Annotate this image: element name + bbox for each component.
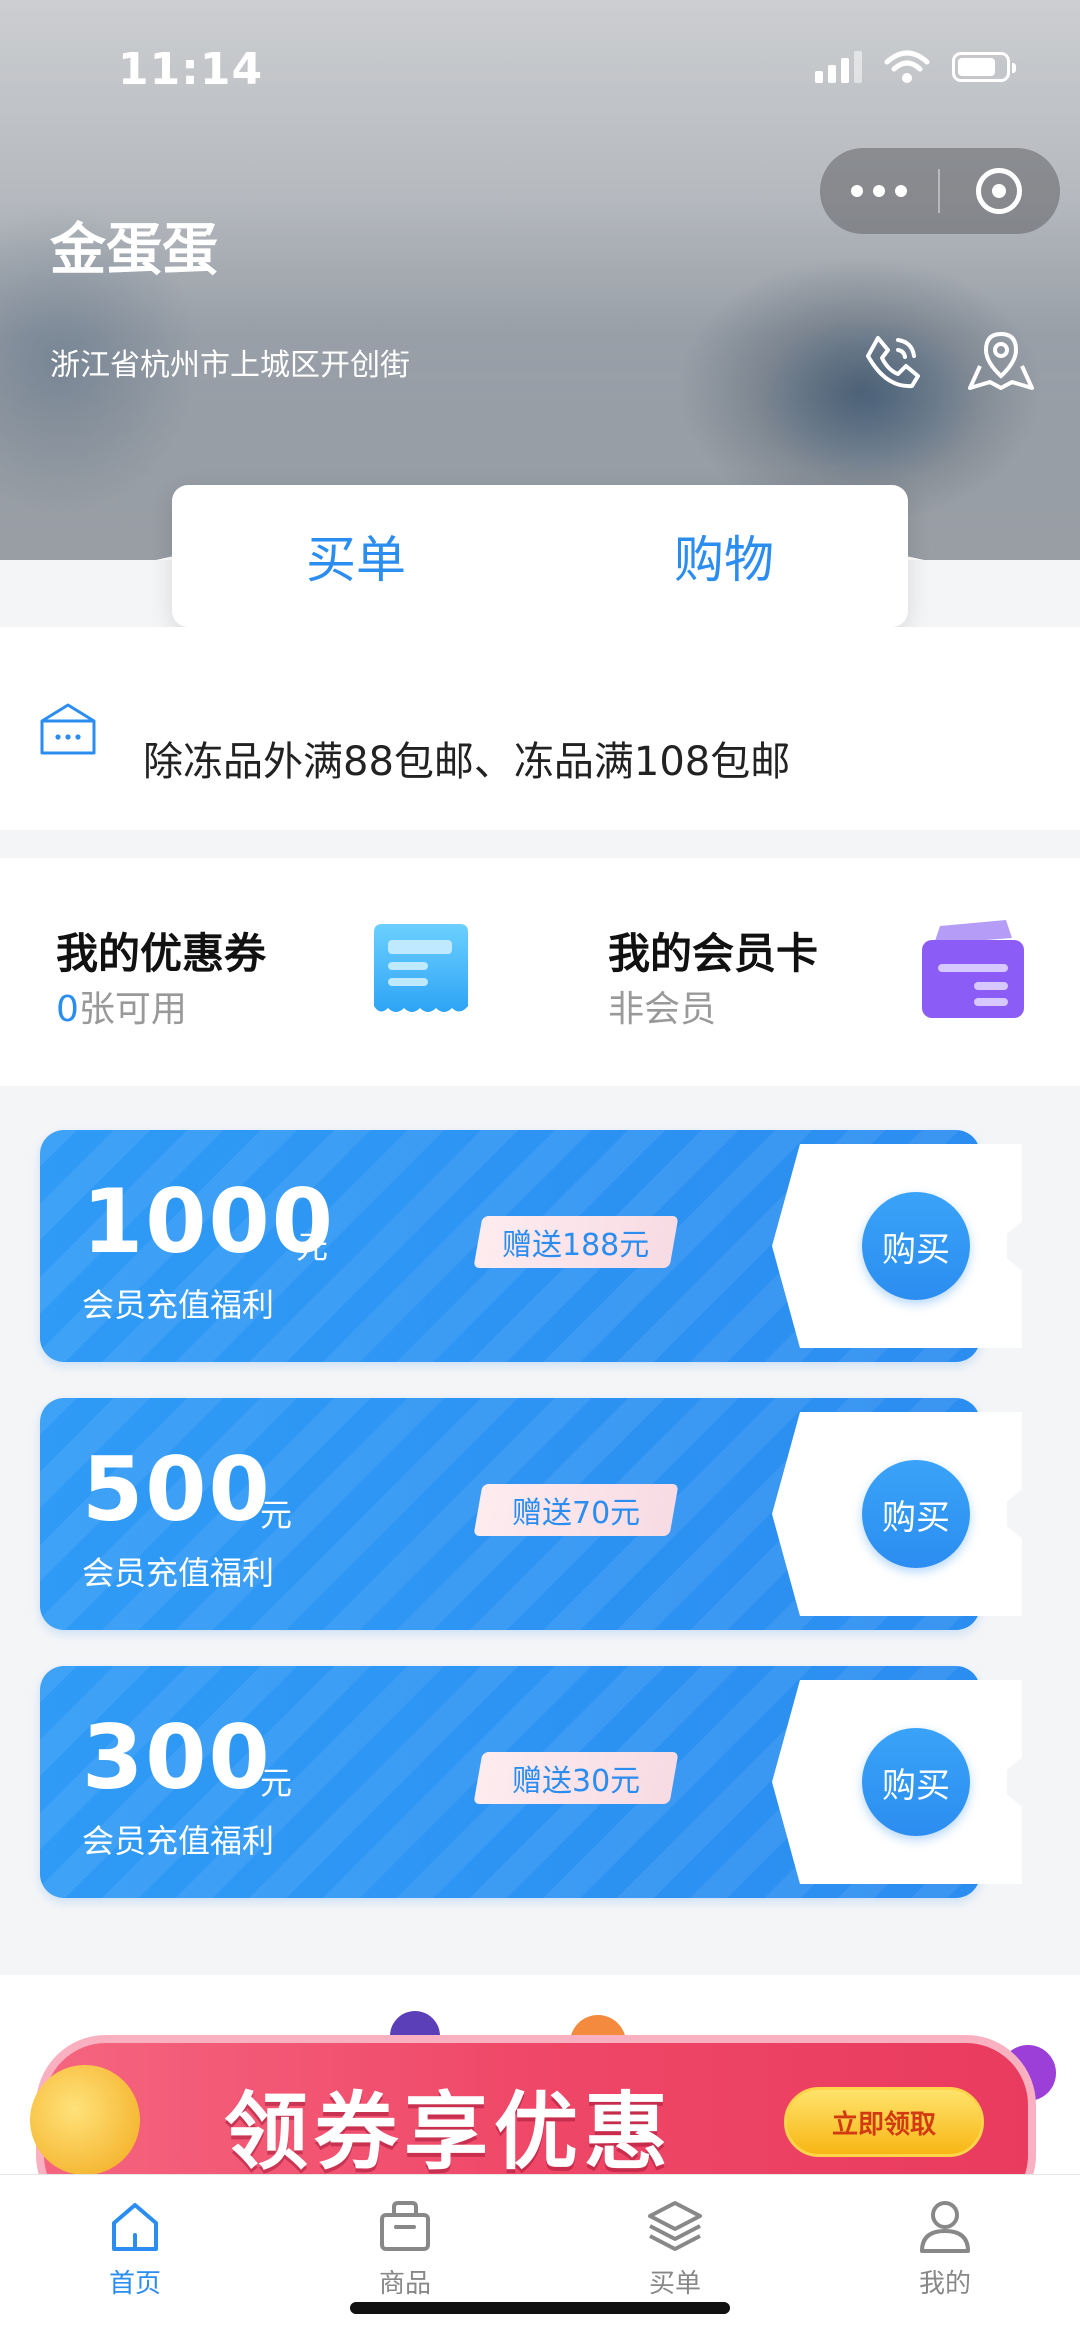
recharge-unit: 元 xyxy=(260,1764,293,1802)
promo-banner-section: 领券享优惠 立即领取 xyxy=(0,1975,1080,2175)
bonus-text: 赠送188元 xyxy=(502,1228,650,1263)
recharge-desc: 会员充值福利 xyxy=(82,1554,275,1592)
user-icon xyxy=(920,2201,970,2253)
store-name: 金蛋蛋 xyxy=(50,218,218,283)
bonus-badge: 赠送30元 xyxy=(473,1752,679,1804)
bonus-text: 赠送30元 xyxy=(511,1764,641,1799)
battery-icon xyxy=(952,52,1016,82)
my-member-card-entry[interactable]: 我的会员卡 非会员 xyxy=(540,858,1080,1086)
bonus-badge: 赠送70元 xyxy=(473,1484,679,1536)
coupon-icon xyxy=(374,924,468,1012)
coupon-count-suffix: 张可用 xyxy=(78,989,187,1030)
signal-icon xyxy=(815,51,862,83)
store-address: 浙江省杭州市上城区开创街 xyxy=(50,348,410,383)
more-menu-button[interactable] xyxy=(820,185,938,197)
mode-tabs-card: 买单 购物 xyxy=(172,485,908,627)
banner-title: 领券享优惠 xyxy=(224,2083,675,2175)
phone-icon[interactable] xyxy=(858,326,928,396)
notice-text: 除冻品外满88包邮、冻品满108包邮 xyxy=(143,739,791,785)
nav-home[interactable]: 首页 xyxy=(0,2175,270,2337)
home-icon xyxy=(112,2203,158,2251)
my-coupons-entry[interactable]: 我的优惠券 0张可用 xyxy=(0,858,540,1086)
buy-button[interactable]: 购买 xyxy=(862,1192,970,1300)
status-icons xyxy=(815,50,1016,84)
coupon-count-number: 0 xyxy=(56,989,79,1030)
buy-button[interactable]: 购买 xyxy=(862,1728,970,1836)
layers-icon xyxy=(648,2201,702,2251)
nav-label: 买单 xyxy=(648,2269,701,2299)
notice-icon xyxy=(40,703,96,755)
notice-bar: 除冻品外满88包邮、冻品满108包邮 xyxy=(0,627,1080,830)
tab-pay[interactable]: 买单 xyxy=(172,485,540,627)
tab-shopping[interactable]: 购物 xyxy=(540,485,908,627)
recharge-unit: 元 xyxy=(260,1496,293,1534)
recharge-desc: 会员充值福利 xyxy=(82,1286,275,1324)
status-time: 11:14 xyxy=(118,44,264,95)
buy-button[interactable]: 购买 xyxy=(862,1460,970,1568)
coin-icon xyxy=(30,2065,140,2175)
recharge-card: 1000 元 会员充值福利 赠送188元 购买 xyxy=(40,1130,1025,1362)
recharge-card: 500 元 会员充值福利 赠送70元 购买 xyxy=(40,1398,1025,1630)
nav-mine[interactable]: 我的 xyxy=(810,2175,1080,2337)
coupon-promo-banner[interactable]: 领券享优惠 立即领取 xyxy=(36,2035,1036,2175)
member-card-title: 我的会员卡 xyxy=(608,929,819,978)
claim-now-button[interactable]: 立即领取 xyxy=(784,2087,984,2157)
member-card-icon xyxy=(922,920,1024,1018)
wifi-icon xyxy=(884,50,930,83)
coupon-count: 0张可用 xyxy=(56,980,187,1032)
close-miniprogram-button[interactable] xyxy=(940,168,1058,214)
recharge-card: 300 元 会员充值福利 赠送30元 购买 xyxy=(40,1666,1025,1898)
bag-icon xyxy=(380,2201,430,2251)
bonus-badge: 赠送188元 xyxy=(473,1216,679,1268)
recharge-unit: 元 xyxy=(296,1228,329,1266)
coupon-member-section: 我的优惠券 0张可用 我的会员卡 非会员 xyxy=(0,858,1080,1086)
map-location-icon[interactable] xyxy=(966,326,1036,396)
bonus-text: 赠送70元 xyxy=(511,1496,641,1531)
coupon-title: 我的优惠券 xyxy=(56,929,267,978)
recharge-desc: 会员充值福利 xyxy=(82,1822,275,1860)
nav-label: 我的 xyxy=(918,2269,971,2299)
recharge-amount: 500 xyxy=(82,1438,272,1541)
nav-label: 商品 xyxy=(378,2269,431,2299)
recharge-amount: 300 xyxy=(82,1706,272,1809)
home-indicator xyxy=(350,2302,730,2314)
miniprogram-capsule xyxy=(820,148,1060,234)
member-card-status: 非会员 xyxy=(608,989,717,1030)
nav-label: 首页 xyxy=(108,2269,161,2299)
